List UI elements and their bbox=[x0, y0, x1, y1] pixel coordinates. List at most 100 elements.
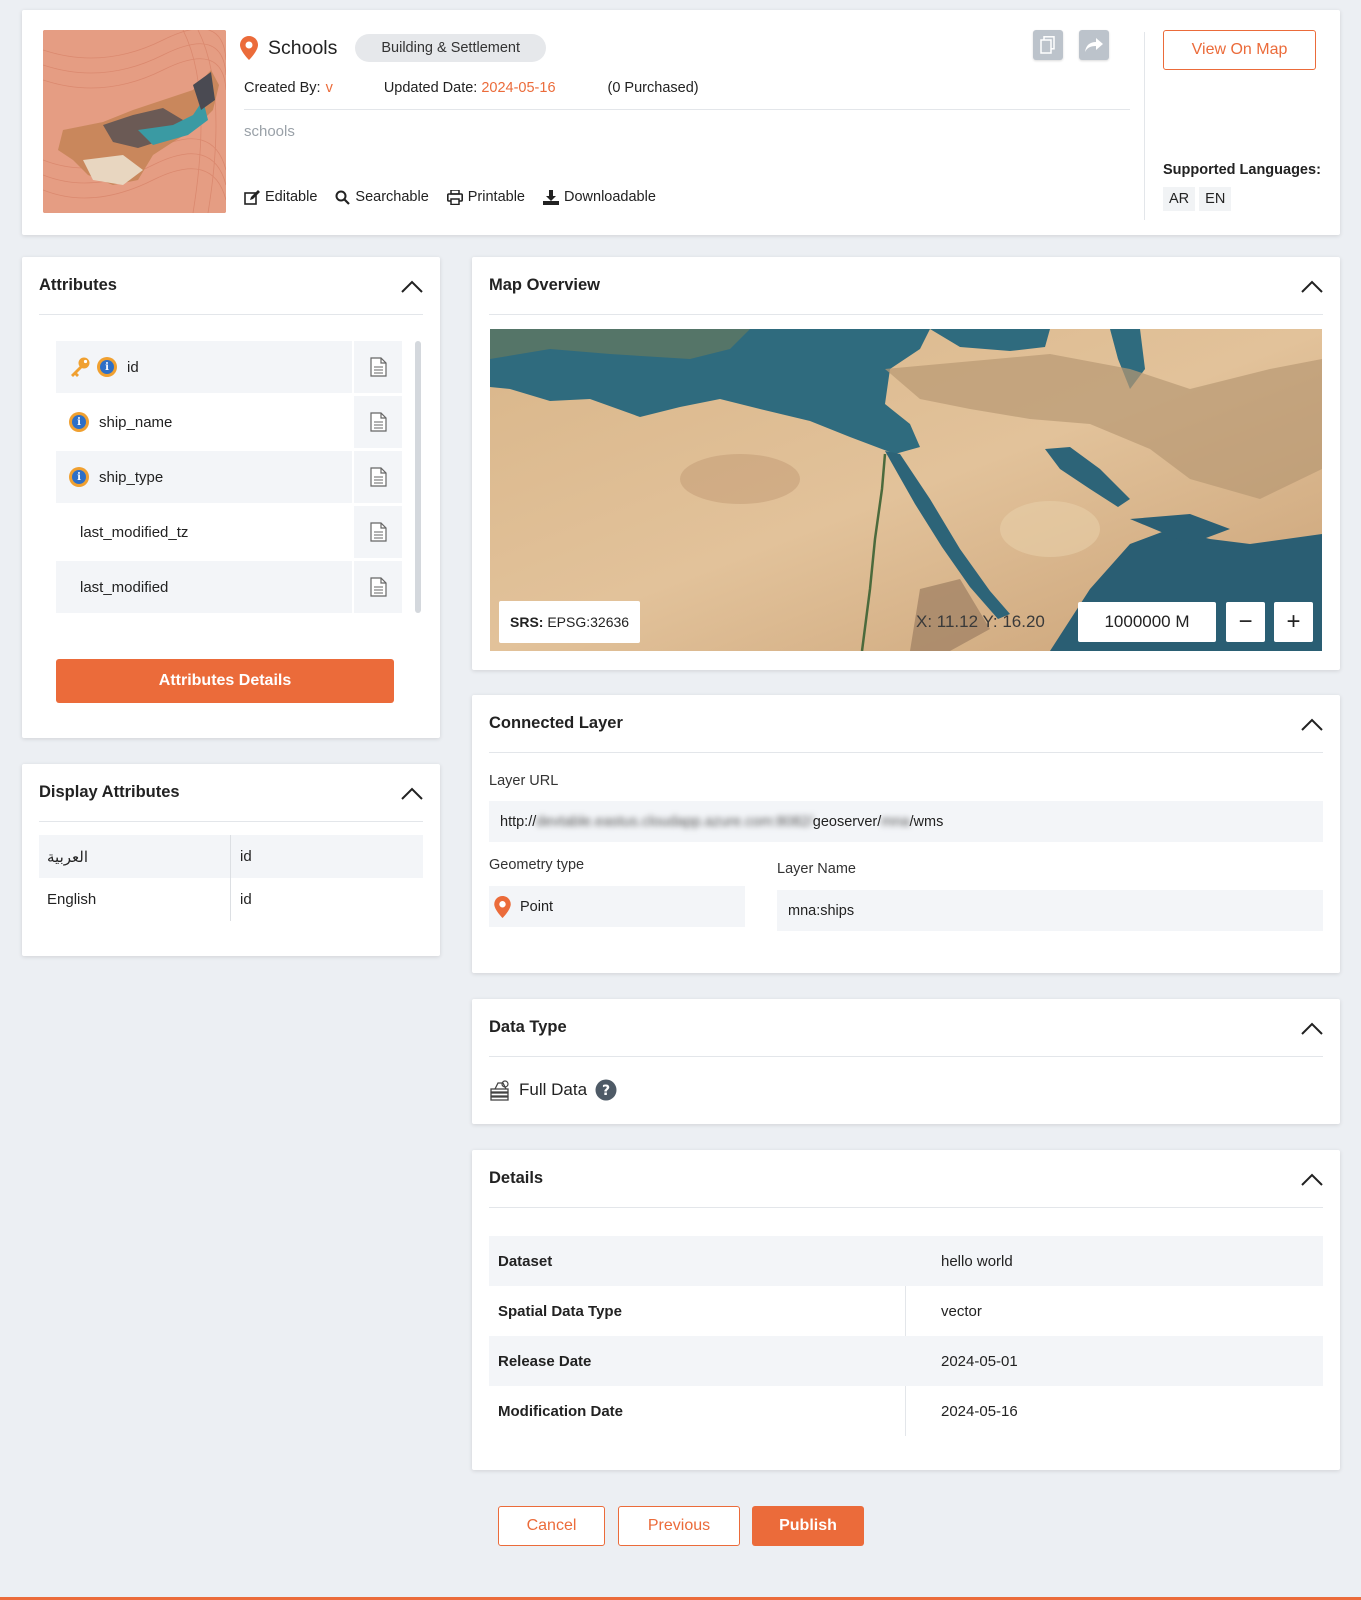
chevron-up-icon[interactable] bbox=[1301, 1172, 1323, 1186]
attribute-doc-button[interactable] bbox=[354, 506, 402, 558]
display-attributes-header: Display Attributes bbox=[39, 764, 423, 822]
document-icon bbox=[369, 412, 387, 432]
zoom-in-button[interactable]: + bbox=[1274, 602, 1313, 642]
info-icon: i bbox=[97, 357, 117, 377]
dataset-title: Schools bbox=[268, 36, 338, 59]
chevron-up-icon[interactable] bbox=[401, 279, 423, 293]
attribute-name-cell: last_modified bbox=[56, 561, 352, 613]
layer-name-field[interactable]: mna:ships bbox=[777, 890, 1323, 931]
data-type-panel: Data Type Full Data ? bbox=[472, 999, 1340, 1124]
map-view[interactable]: SRS: EPSG:32636 X: 11.12 Y: 16.20 100000… bbox=[490, 329, 1322, 651]
display-language: English bbox=[39, 878, 231, 921]
zoom-out-button[interactable]: − bbox=[1226, 602, 1265, 642]
chevron-up-icon[interactable] bbox=[1301, 1021, 1323, 1035]
srs-label: SRS: bbox=[510, 614, 544, 630]
chevron-up-icon[interactable] bbox=[401, 786, 423, 800]
publish-button[interactable]: Publish bbox=[752, 1506, 864, 1546]
display-value: id bbox=[240, 848, 252, 865]
attribute-name-cell: i id bbox=[56, 341, 352, 393]
attribute-doc-button[interactable] bbox=[354, 396, 402, 448]
header-divider bbox=[244, 109, 1130, 110]
cancel-button[interactable]: Cancel bbox=[498, 1506, 605, 1546]
geometry-type-value: Point bbox=[520, 898, 554, 915]
attributes-title: Attributes bbox=[39, 276, 117, 294]
attribute-list-scrollbar[interactable] bbox=[415, 341, 421, 613]
layer-url-middle: geoserver/ bbox=[812, 813, 882, 830]
share-button[interactable] bbox=[1079, 30, 1109, 60]
view-on-map-button[interactable]: View On Map bbox=[1163, 30, 1316, 70]
attribute-name: last_modified_tz bbox=[80, 523, 189, 541]
capability-flags: Editable Searchable Printable Downloadab… bbox=[244, 189, 656, 205]
layer-url-field[interactable]: http:// devtable.eastus.cloudapp.azure.c… bbox=[489, 801, 1323, 842]
list-item[interactable]: i ship_type bbox=[56, 451, 402, 503]
supported-languages-label: Supported Languages: bbox=[1163, 162, 1321, 178]
data-type-header: Data Type bbox=[489, 999, 1323, 1057]
layer-url-suffix: /wms bbox=[909, 813, 944, 830]
connected-layer-header: Connected Layer bbox=[489, 695, 1323, 753]
attribute-name: ship_type bbox=[99, 468, 164, 486]
table-row: Modification Date 2024-05-16 bbox=[489, 1386, 1323, 1436]
detail-label: Spatial Data Type bbox=[489, 1286, 906, 1336]
document-icon bbox=[369, 467, 387, 487]
attribute-name: ship_name bbox=[99, 413, 173, 431]
previous-button[interactable]: Previous bbox=[618, 1506, 740, 1546]
table-row: Dataset hello world bbox=[489, 1236, 1323, 1286]
list-item[interactable]: last_modified_tz bbox=[56, 506, 402, 558]
attribute-name: id bbox=[127, 358, 139, 376]
detail-value: 2024-05-01 bbox=[941, 1352, 1018, 1370]
flag-editable-label: Editable bbox=[265, 189, 318, 205]
copy-icon bbox=[1040, 36, 1055, 54]
document-icon bbox=[369, 357, 387, 377]
list-item[interactable]: i ship_name bbox=[56, 396, 402, 448]
detail-label: Dataset bbox=[498, 1252, 553, 1270]
details-title: Details bbox=[489, 1169, 544, 1187]
attribute-name-cell: last_modified_tz bbox=[56, 506, 352, 558]
layer-name-value: mna:ships bbox=[788, 902, 855, 919]
search-icon bbox=[335, 190, 351, 205]
chevron-up-icon[interactable] bbox=[1301, 279, 1323, 293]
document-icon bbox=[369, 522, 387, 542]
table-row: العربية id bbox=[39, 835, 423, 878]
attribute-doc-button[interactable] bbox=[354, 451, 402, 503]
help-icon[interactable]: ? bbox=[595, 1079, 617, 1101]
dataset-thumbnail bbox=[43, 30, 226, 213]
attribute-list: i id i ship_name i ship_type last_modifi… bbox=[56, 341, 402, 616]
detail-value: hello world bbox=[941, 1252, 1013, 1270]
created-by-label: Created By: bbox=[244, 80, 321, 96]
scale-bar: 1000000 M bbox=[1078, 602, 1216, 642]
dataset-title-row: Schools Building & Settlement bbox=[240, 34, 547, 62]
detail-label: Release Date bbox=[498, 1352, 592, 1370]
share-icon bbox=[1085, 37, 1103, 52]
chevron-up-icon[interactable] bbox=[1301, 717, 1323, 731]
data-type-value-row: Full Data ? bbox=[490, 1079, 617, 1101]
connected-layer-panel: Connected Layer Layer URL http:// devtab… bbox=[472, 695, 1340, 973]
list-item[interactable]: last_modified bbox=[56, 561, 402, 613]
srs-indicator: SRS: EPSG:32636 bbox=[499, 601, 641, 643]
geometry-type-field: Point bbox=[489, 886, 745, 927]
map-overview-panel: Map Overview SRS: EPSG:32636 X: 11.12 Y:… bbox=[472, 257, 1340, 670]
layer-url-prefix: http:// bbox=[500, 813, 537, 830]
flag-editable: Editable bbox=[244, 189, 317, 205]
language-badge: AR bbox=[1163, 187, 1196, 211]
layer-name-label: Layer Name bbox=[777, 861, 856, 877]
attribute-doc-button[interactable] bbox=[354, 341, 402, 393]
layer-url-redacted: mna bbox=[881, 813, 910, 830]
details-header: Details bbox=[489, 1150, 1323, 1208]
dataset-description: schools bbox=[244, 123, 295, 140]
attributes-panel: Attributes i id i ship_name i ship_type … bbox=[22, 257, 440, 738]
document-icon bbox=[369, 577, 387, 597]
purchased-count: (0 Purchased) bbox=[607, 80, 699, 96]
copy-button[interactable] bbox=[1033, 30, 1063, 60]
language-badge: EN bbox=[1199, 187, 1232, 211]
printer-icon bbox=[446, 189, 463, 205]
updated-date-label: Updated Date: bbox=[383, 80, 478, 96]
attribute-doc-button[interactable] bbox=[354, 561, 402, 613]
attributes-details-button[interactable]: Attributes Details bbox=[56, 659, 394, 703]
flag-printable-label: Printable bbox=[467, 189, 525, 205]
attribute-name-cell: i ship_name bbox=[56, 396, 352, 448]
download-icon bbox=[543, 189, 559, 205]
map-overview-title: Map Overview bbox=[489, 276, 600, 294]
attribute-name-cell: i ship_type bbox=[56, 451, 352, 503]
display-attributes-title: Display Attributes bbox=[39, 783, 180, 801]
list-item[interactable]: i id bbox=[56, 341, 402, 393]
